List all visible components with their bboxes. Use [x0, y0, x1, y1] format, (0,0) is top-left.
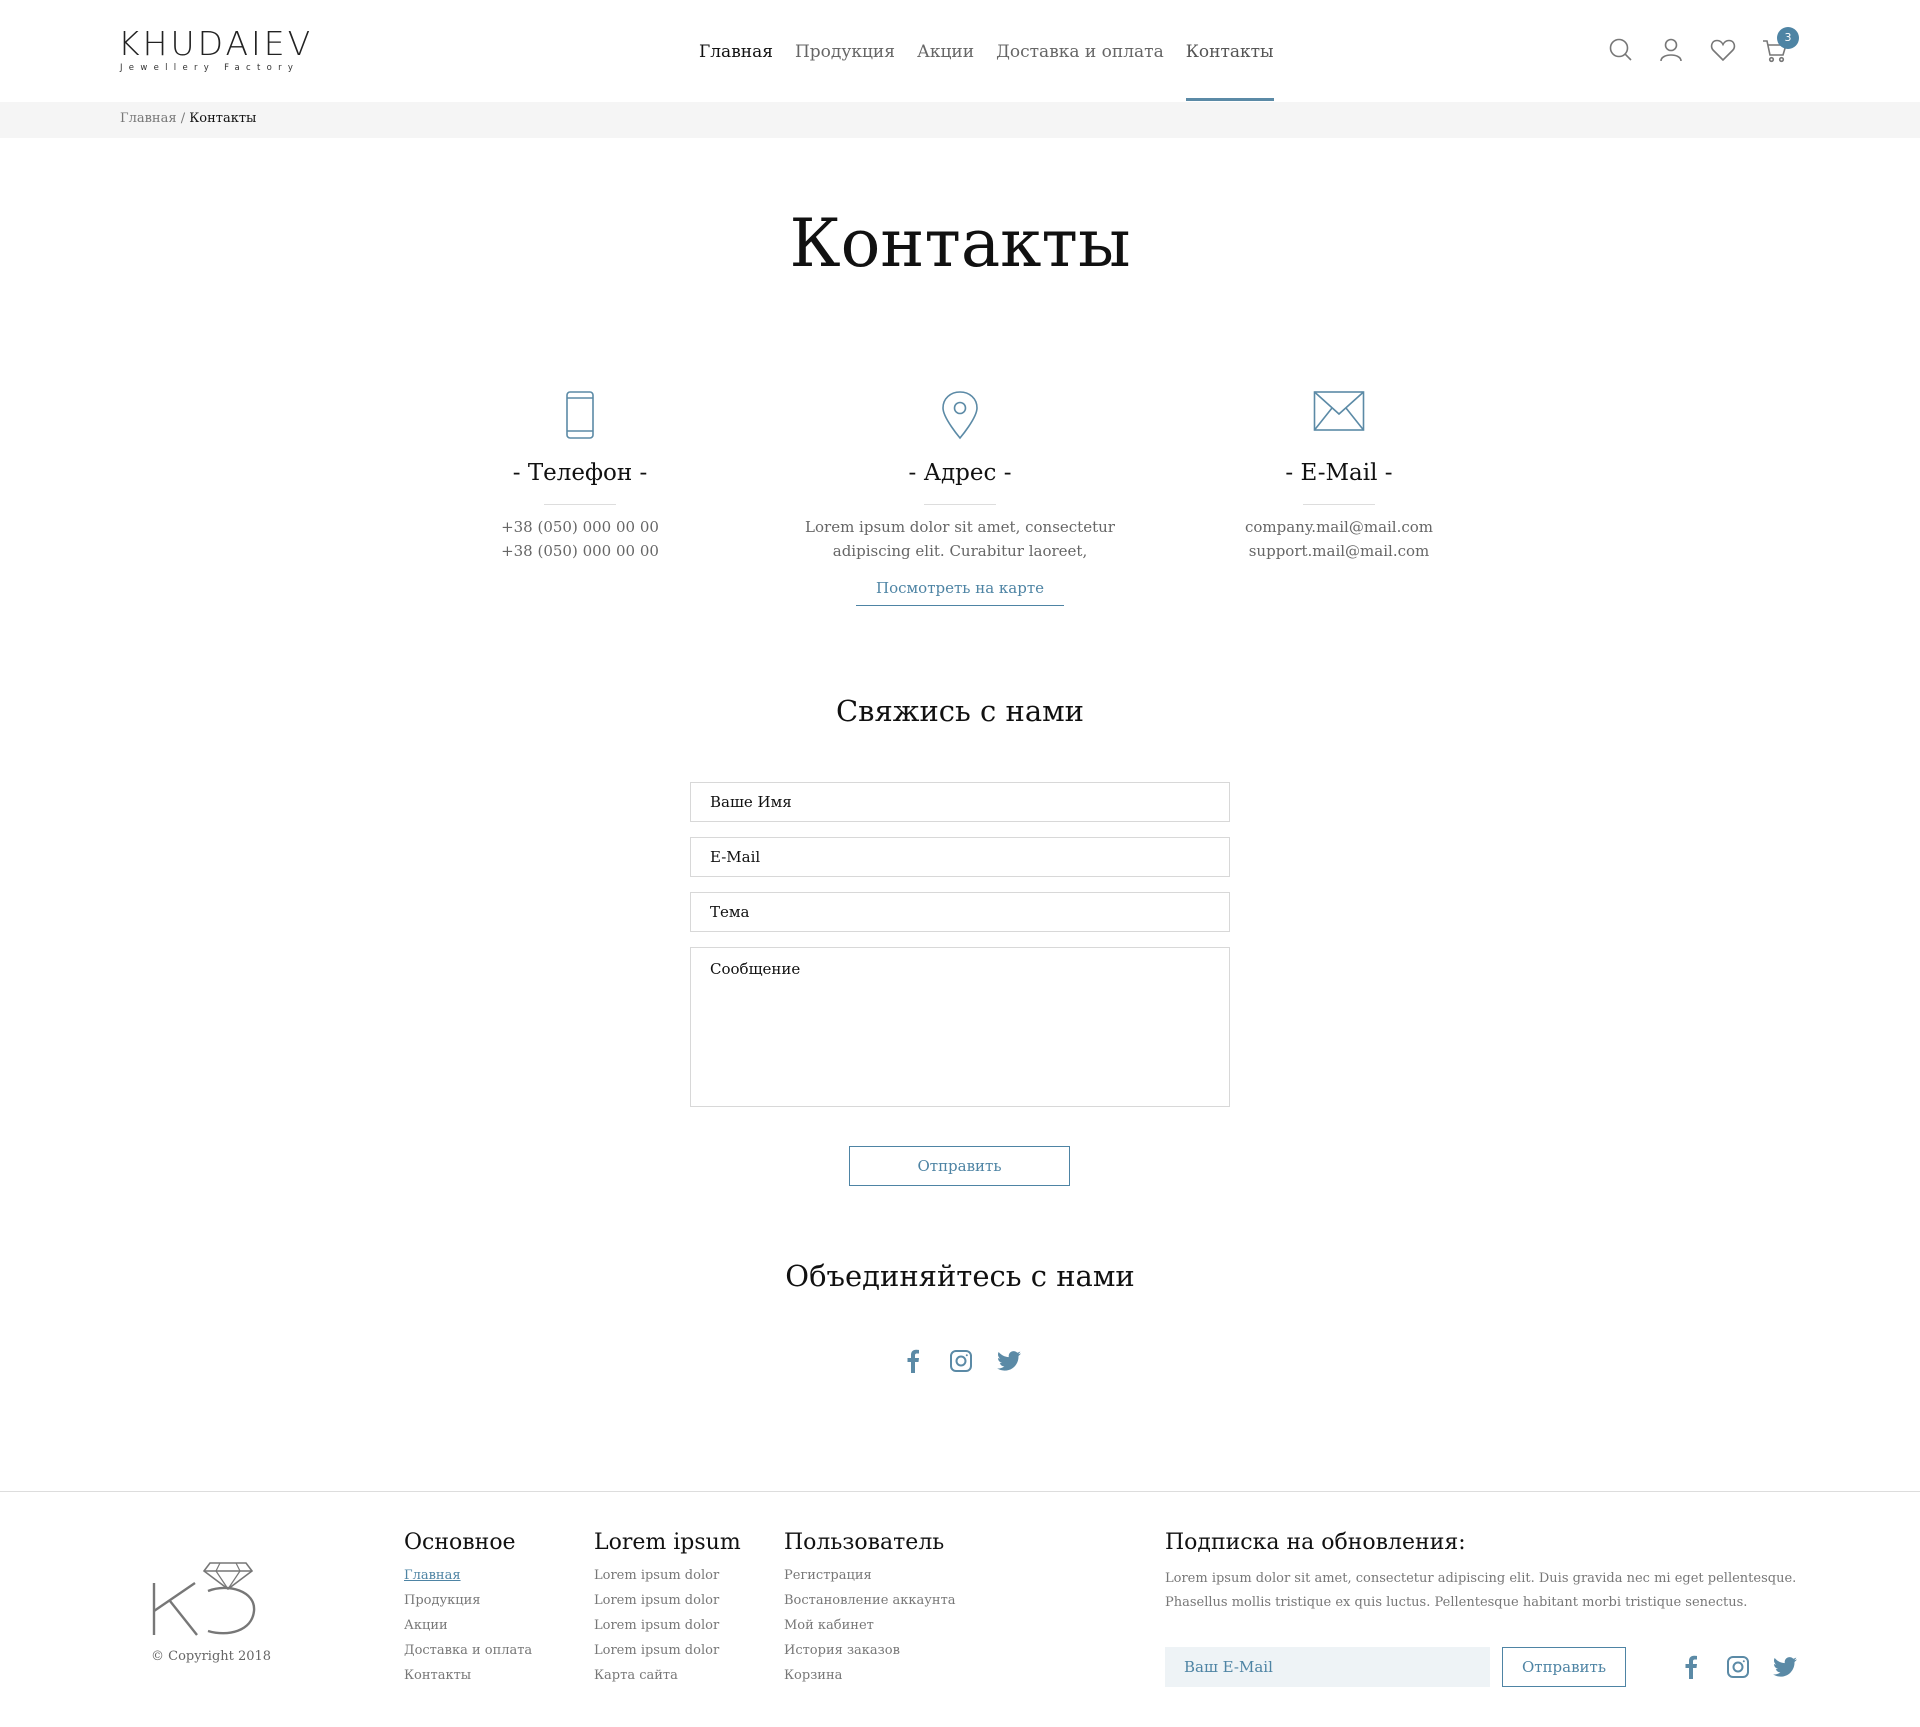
heart-icon[interactable]	[1710, 38, 1736, 64]
divider	[544, 504, 616, 505]
footer-link[interactable]: Главная	[404, 1563, 532, 1588]
phone-line[interactable]: +38 (050) 000 00 00	[410, 539, 750, 563]
subscribe-text: Lorem ipsum dolor sit amet, consectetur …	[1165, 1571, 1797, 1610]
footer-link[interactable]: Lorem ipsum dolor	[594, 1613, 741, 1638]
user-icon[interactable]	[1658, 37, 1684, 63]
location-pin-icon	[790, 390, 1130, 442]
footer-link[interactable]: Мой кабинет	[784, 1613, 956, 1638]
contact-phone-block: - Телефон - +38 (050) 000 00 00 +38 (050…	[410, 390, 750, 563]
brand-logo[interactable]: KHUDAIEV Jewellery Factory	[118, 24, 314, 80]
footer-column-title: Lorem ipsum	[594, 1530, 741, 1555]
page-title: Контакты	[789, 205, 1131, 282]
contact-address-block: - Адрес - Lorem ipsum dolor sit amet, co…	[790, 390, 1130, 606]
address-line: adipiscing elit. Curabitur laoreet,	[832, 542, 1088, 560]
breadcrumb: Главная / Контакты	[0, 102, 1920, 138]
footer-column-lorem: Lorem ipsum Lorem ipsum dolor Lorem ipsu…	[594, 1530, 741, 1688]
breadcrumb-home-link[interactable]: Главная	[120, 111, 177, 126]
main-nav: Главная Продукция Акции Доставка и оплат…	[699, 0, 1296, 102]
nav-item-products[interactable]: Продукция	[795, 0, 895, 102]
subject-input[interactable]	[690, 892, 1230, 932]
footer-column-title: Основное	[404, 1530, 516, 1555]
social-links	[900, 1348, 1044, 1374]
footer-link[interactable]: Корзина	[784, 1663, 956, 1688]
footer-link[interactable]: История заказов	[784, 1638, 956, 1663]
twitter-icon[interactable]	[1772, 1654, 1798, 1680]
instagram-icon[interactable]	[948, 1348, 974, 1374]
footer-link[interactable]: Акции	[404, 1613, 532, 1638]
phone-heading: - Телефон -	[512, 460, 648, 486]
breadcrumb-separator: /	[180, 111, 186, 126]
email-line[interactable]: company.mail@mail.com	[1169, 515, 1509, 539]
subscribe-button[interactable]: Отправить	[1502, 1647, 1626, 1687]
footer-link[interactable]: Доставка и оплата	[404, 1638, 532, 1663]
footer-link[interactable]: Карта сайта	[594, 1663, 741, 1688]
footer-link[interactable]: Контакты	[404, 1663, 532, 1688]
footer-column-user: Пользователь Регистрация Востановление а…	[784, 1530, 956, 1688]
subscribe-email-input[interactable]	[1165, 1647, 1490, 1687]
footer-column-main: Основное Главная Продукция Акции Доставк…	[404, 1530, 532, 1688]
phone-icon	[410, 390, 750, 442]
cart-count-badge: 3	[1777, 27, 1799, 49]
search-icon[interactable]	[1608, 37, 1634, 63]
envelope-icon	[1169, 390, 1509, 442]
footer-link[interactable]: Lorem ipsum dolor	[594, 1563, 741, 1588]
breadcrumb-current: Контакты	[189, 111, 257, 126]
facebook-icon[interactable]	[900, 1348, 926, 1374]
nav-item-contacts[interactable]: Контакты	[1185, 0, 1274, 102]
site-footer: © Copyright 2018 Основное Главная Продук…	[0, 1491, 1920, 1727]
submit-button[interactable]: Отправить	[849, 1146, 1070, 1186]
phone-line[interactable]: +38 (050) 000 00 00	[410, 515, 750, 539]
nav-item-home[interactable]: Главная	[699, 0, 773, 102]
divider	[1303, 504, 1375, 505]
twitter-icon[interactable]	[996, 1348, 1022, 1374]
footer-column-title: Пользователь	[784, 1530, 945, 1555]
email-heading: - E-Mail -	[1285, 460, 1393, 486]
contact-email-block: - E-Mail - company.mail@mail.com support…	[1169, 390, 1509, 563]
subscribe-title: Подписка на обновления:	[1165, 1530, 1466, 1555]
address-heading: - Адрес -	[908, 460, 1012, 486]
email-line[interactable]: support.mail@mail.com	[1169, 539, 1509, 563]
name-input[interactable]	[690, 782, 1230, 822]
nav-item-promotions[interactable]: Акции	[917, 0, 974, 102]
footer-link[interactable]: Lorem ipsum dolor	[594, 1638, 741, 1663]
footer-logo[interactable]	[150, 1553, 260, 1642]
footer-link[interactable]: Lorem ipsum dolor	[594, 1588, 741, 1613]
message-textarea[interactable]	[690, 947, 1230, 1107]
divider	[924, 504, 996, 505]
footer-link[interactable]: Востановление аккаунта	[784, 1588, 956, 1613]
footer-social-links	[1678, 1654, 1819, 1680]
copyright-text: © Copyright 2018	[151, 1649, 272, 1664]
social-section-title: Объединяйтесь с нами	[785, 1259, 1135, 1293]
footer-link[interactable]: Продукция	[404, 1588, 532, 1613]
view-map-link[interactable]: Посмотреть на карте	[855, 579, 1065, 606]
brand-subtitle: Jewellery Factory	[120, 63, 300, 73]
instagram-icon[interactable]	[1725, 1654, 1751, 1680]
email-input[interactable]	[690, 837, 1230, 877]
facebook-icon[interactable]	[1678, 1654, 1704, 1680]
footer-link[interactable]: Регистрация	[784, 1563, 956, 1588]
brand-name: KHUDAIEV	[118, 24, 314, 63]
address-line: Lorem ipsum dolor sit amet, consectetur	[805, 518, 1115, 536]
site-header: KHUDAIEV Jewellery Factory Главная Проду…	[0, 0, 1920, 102]
nav-item-delivery[interactable]: Доставка и оплата	[996, 0, 1164, 102]
contact-form-title: Свяжись с нами	[835, 694, 1085, 728]
